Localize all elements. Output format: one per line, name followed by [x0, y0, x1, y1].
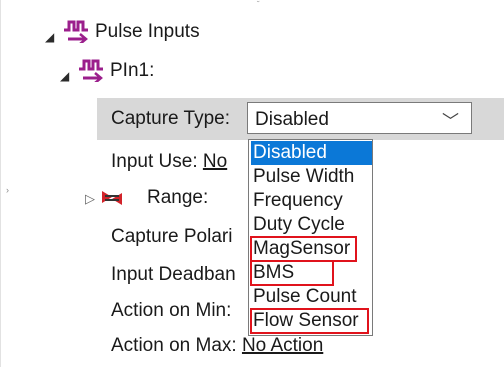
option-disabled[interactable]: Disabled — [251, 141, 372, 165]
range-label[interactable]: Range: — [147, 188, 208, 207]
action-on-min-label: Action on Min: — [111, 300, 232, 321]
option-flow-sensor[interactable]: Flow Sensor — [250, 308, 369, 334]
edge-mark: › — [6, 185, 9, 195]
capture-type-label: Capture Type: — [111, 108, 231, 129]
input-use-label: Input Use: No — [111, 152, 227, 171]
action-on-max-value-link[interactable]: No Action — [242, 335, 323, 356]
pulse-waveform-icon — [64, 20, 88, 43]
input-deadband-label: Input Deadban — [111, 264, 236, 285]
capture-type-dropdown-list: Disabled Pulse Width Frequency Duty Cycl… — [248, 139, 373, 336]
option-magsensor[interactable]: MagSensor — [250, 236, 357, 262]
top-mark: ˘ — [257, 0, 260, 9]
option-bms[interactable]: BMS — [250, 260, 334, 286]
capture-type-combobox[interactable]: Disabled ﹀ — [247, 102, 472, 134]
option-duty-cycle[interactable]: Duty Cycle — [251, 213, 372, 237]
expander-open-icon[interactable]: ◢ — [45, 31, 54, 43]
expander-open-icon[interactable]: ◢ — [60, 70, 69, 82]
range-arrows-icon — [102, 191, 122, 205]
expander-closed-icon[interactable]: ▷ — [85, 192, 95, 205]
option-frequency[interactable]: Frequency — [251, 189, 372, 213]
option-pulse-width[interactable]: Pulse Width — [251, 165, 372, 189]
left-guide — [0, 0, 1, 367]
combo-selected-value: Disabled — [255, 109, 329, 130]
tree-item-pin1[interactable]: PIn1: — [110, 61, 154, 80]
capture-polarity-label: Capture Polari — [111, 226, 233, 247]
action-on-max-label: Action on Max: No Action — [111, 336, 323, 355]
input-use-label-text: Input Use: — [111, 151, 198, 172]
tree-item-pulse-inputs[interactable]: Pulse Inputs — [95, 22, 200, 41]
chevron-down-icon[interactable]: ﹀ — [442, 107, 459, 132]
pulse-waveform-icon — [79, 59, 103, 82]
option-pulse-count[interactable]: Pulse Count — [251, 285, 372, 309]
action-on-max-label-text: Action on Max: — [111, 335, 237, 356]
input-use-value-link[interactable]: No — [203, 151, 227, 172]
